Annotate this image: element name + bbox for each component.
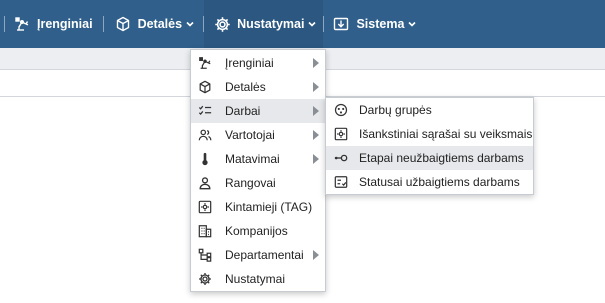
- submenu-arrow-icon: [313, 250, 319, 260]
- nav-item-label: Nustatymai: [237, 17, 305, 31]
- jobs-submenu: Darbų grupės Išankstiniai sąrašai su vei…: [325, 97, 534, 195]
- submenu-item-label: Darbų grupės: [359, 103, 432, 117]
- menu-item-label: Nustatymai: [225, 272, 286, 286]
- submenu-arrow-icon: [313, 130, 319, 140]
- nav-separator: [4, 16, 5, 32]
- submenu-arrow-icon: [313, 154, 319, 164]
- submenu-item-label: Statusai užbaigtiems darbams: [359, 175, 520, 189]
- gear-icon: [213, 15, 231, 33]
- nav-item-detales[interactable]: Detalės: [114, 0, 195, 48]
- submenu-item-statusai[interactable]: Statusai užbaigtiems darbams: [326, 170, 533, 194]
- users-icon: [198, 128, 212, 142]
- submenu-item-label: Etapai neužbaigtiems darbams: [359, 151, 524, 165]
- menu-item-matavimai[interactable]: Matavimai: [191, 147, 325, 171]
- submenu-arrow-icon: [313, 58, 319, 68]
- chevron-down-icon: [407, 19, 417, 29]
- menu-item-label: Departamentai: [225, 248, 304, 262]
- top-navbar: Įrenginiai Detalės Nustatymai Sistema: [0, 0, 605, 48]
- chevron-down-icon: [185, 19, 195, 29]
- building-icon: [198, 224, 212, 238]
- thermometer-icon: [198, 152, 212, 166]
- menu-item-vartotojai[interactable]: Vartotojai: [191, 123, 325, 147]
- group-circle-icon: [334, 103, 348, 117]
- menu-item-label: Įrenginiai: [225, 56, 274, 70]
- nav-separator: [102, 16, 104, 32]
- menu-item-label: Vartotojai: [225, 128, 275, 142]
- menu-item-label: Detalės: [225, 80, 266, 94]
- nav-item-label: Įrenginiai: [37, 17, 93, 31]
- nav-separator: [323, 16, 325, 32]
- submenu-item-isankstiniai-sarasai[interactable]: Išankstiniai sąrašai su veiksmais: [326, 122, 533, 146]
- stage-key-icon: [334, 151, 348, 165]
- cube-icon: [114, 15, 132, 33]
- nav-item-sistema[interactable]: Sistema: [332, 0, 417, 48]
- menu-item-kompanijos[interactable]: Kompanijos: [191, 219, 325, 243]
- submenu-item-darbu-grupes[interactable]: Darbų grupės: [326, 98, 533, 122]
- gear-icon: [198, 272, 212, 286]
- menu-item-kintamieji[interactable]: Kintamieji (TAG): [191, 195, 325, 219]
- menu-item-label: Kintamieji (TAG): [225, 200, 313, 214]
- menu-item-label: Rangovai: [225, 176, 276, 190]
- menu-item-rangovai[interactable]: Rangovai: [191, 171, 325, 195]
- nav-item-label: Detalės: [137, 17, 183, 31]
- cube-icon: [198, 80, 212, 94]
- submenu-item-label: Išankstiniai sąrašai su veiksmais: [359, 127, 533, 141]
- checklist-icon: [198, 104, 212, 118]
- submenu-arrow-icon: [313, 82, 319, 92]
- nav-item-irenginiai[interactable]: Įrenginiai: [13, 0, 93, 48]
- menu-item-label: Darbai: [225, 104, 261, 118]
- nav-item-nustatymai[interactable]: Nustatymai: [204, 0, 324, 48]
- download-box-icon: [332, 15, 350, 33]
- tag-gear-icon: [198, 200, 212, 214]
- submenu-arrow-icon: [313, 106, 319, 116]
- robot-arm-icon: [198, 56, 212, 70]
- settings-box-icon: [334, 127, 348, 141]
- menu-item-nustatymai[interactable]: Nustatymai: [191, 267, 325, 291]
- submenu-item-etapai[interactable]: Etapai neužbaigtiems darbams: [326, 146, 533, 170]
- menu-item-label: Matavimai: [225, 152, 280, 166]
- chevron-down-icon: [307, 19, 317, 29]
- menu-item-label: Kompanijos: [225, 224, 288, 238]
- robot-arm-icon: [13, 15, 31, 33]
- menu-item-darbai[interactable]: Darbai: [191, 99, 325, 123]
- menu-item-detales[interactable]: Detalės: [191, 75, 325, 99]
- hierarchy-icon: [198, 248, 212, 262]
- menu-item-departamentai[interactable]: Departamentai: [191, 243, 325, 267]
- person-icon: [198, 176, 212, 190]
- menu-item-irenginiai[interactable]: Įrenginiai: [191, 51, 325, 75]
- nav-item-label: Sistema: [356, 17, 405, 31]
- settings-dropdown-menu: Įrenginiai Detalės Darbai Vartotojai Mat…: [190, 49, 326, 292]
- status-list-icon: [334, 175, 348, 189]
